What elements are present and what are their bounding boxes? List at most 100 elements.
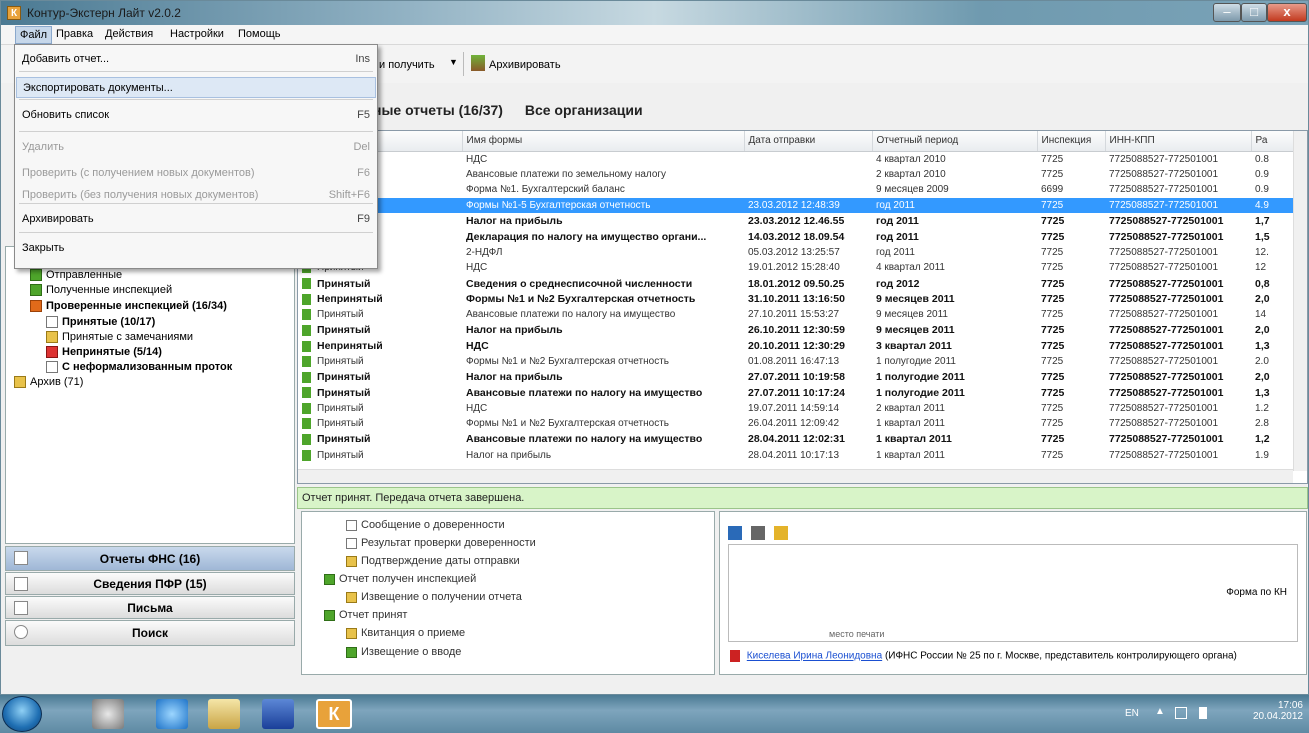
tree-item[interactable]: Архив (71) bbox=[14, 376, 83, 392]
table-row[interactable]: ятыйНДС4 квартал 201077257725088527-7725… bbox=[298, 151, 1295, 167]
maximize-button[interactable]: □ bbox=[1241, 3, 1267, 22]
table-cell: 0,8 bbox=[1251, 276, 1295, 292]
menu-actions[interactable]: Действия bbox=[102, 28, 156, 40]
table-row[interactable]: Авансовые платежи по земельному налогу 2 … bbox=[298, 167, 1295, 183]
menu-edit[interactable]: Правка bbox=[53, 28, 96, 40]
doc-tree-item[interactable]: Отчет получен инспекцией bbox=[324, 573, 476, 585]
table-cell: 2.0 bbox=[1251, 354, 1295, 370]
nav-label: Поиск bbox=[131, 626, 168, 640]
file-menu-item[interactable]: Удалить Del bbox=[16, 137, 376, 158]
table-row[interactable]: ПринятыйНДС19.01.2012 15:28:404 квартал … bbox=[298, 260, 1295, 276]
doc-tree-item[interactable]: Сообщение о доверенности bbox=[346, 519, 505, 531]
column-header[interactable]: Отчетный период bbox=[872, 131, 1038, 152]
virtualbox-icon[interactable] bbox=[92, 699, 124, 729]
doc-tree-item[interactable]: Отчет принят bbox=[324, 609, 407, 621]
kontur-app-icon[interactable]: К bbox=[316, 699, 352, 729]
table-row[interactable]: Непринятый Формы №1 и №2 Бухгалтерская от… bbox=[298, 291, 1295, 307]
file-menu-item[interactable]: Проверить (без получения новых документо… bbox=[16, 185, 376, 206]
table-row[interactable]: Принятый НДС 19.07.2011 14:59:14 2 квартал … bbox=[298, 401, 1295, 417]
start-button[interactable] bbox=[2, 696, 42, 732]
nav-letters[interactable]: Письма bbox=[5, 596, 295, 619]
tree-item-label: Принятые с замечаниями bbox=[62, 331, 194, 343]
network-icon[interactable] bbox=[1175, 707, 1187, 719]
column-header[interactable]: Имя формы bbox=[462, 131, 745, 152]
column-header[interactable]: ИНН-КПП bbox=[1105, 131, 1252, 152]
tree-item[interactable]: Непринятые (5/14) bbox=[46, 346, 162, 362]
save-icon[interactable] bbox=[728, 526, 742, 540]
table-cell: 1,5 bbox=[1251, 229, 1295, 245]
doc-tree-item[interactable]: Извещение о получении отчета bbox=[346, 591, 522, 603]
table-cell: Принятый bbox=[298, 385, 462, 401]
column-header[interactable]: Ра bbox=[1251, 131, 1296, 152]
table-row[interactable]: Принятый Сведения о среднесписочной числе… bbox=[298, 276, 1295, 292]
nav-search[interactable]: Поиск bbox=[5, 620, 295, 646]
archive-button[interactable]: Архивировать bbox=[489, 59, 561, 71]
doc-tree-label: Отчет получен инспекцией bbox=[339, 573, 477, 585]
mail-icon bbox=[14, 601, 28, 615]
volume-icon[interactable] bbox=[1199, 707, 1207, 719]
table-row[interactable]: Формы №1-5 Бухгалтерская отчетность 23.03… bbox=[298, 197, 1295, 214]
column-header[interactable]: Инспекция bbox=[1037, 131, 1106, 152]
explorer-icon[interactable] bbox=[208, 699, 240, 729]
file-menu-item[interactable]: Добавить отчет... Ins bbox=[16, 49, 376, 70]
table-row[interactable]: Принятый Авансовые платежи по налогу на и… bbox=[298, 307, 1295, 323]
cell-text: 9 месяцев 2011 bbox=[876, 293, 955, 306]
close-button[interactable]: x bbox=[1267, 3, 1307, 22]
table-row[interactable]: Принятый Налог на прибыль 26.10.2011 12:30… bbox=[298, 323, 1295, 339]
save-app-icon[interactable] bbox=[262, 699, 294, 729]
table-row[interactable]: Принятый Авансовые платежи по налогу на и… bbox=[298, 432, 1295, 448]
cell-text: Принятый bbox=[317, 433, 371, 446]
nav-reports-fns[interactable]: Отчеты ФНС (16) bbox=[5, 546, 295, 571]
doc-tree-item[interactable]: Извещение о вводе bbox=[346, 646, 461, 658]
table-row[interactable]: Принятый Налог на прибыль 28.04.2011 10:17… bbox=[298, 447, 1295, 463]
title-bar[interactable]: К Контур-Экстерн Лайт v2.0.2 – □ x bbox=[1, 1, 1308, 25]
tree-item[interactable]: С неформализованным проток bbox=[46, 361, 232, 377]
file-menu-item[interactable]: Обновить список F5 bbox=[16, 105, 376, 126]
language-indicator[interactable]: EN bbox=[1125, 708, 1139, 719]
clock[interactable]: 17:06 20.04.2012 bbox=[1247, 700, 1303, 722]
table-row[interactable]: ныйФорма №1. Бухгалтерский баланс9 месяц… bbox=[298, 182, 1295, 198]
table-row[interactable]: Принятый Налог на прибыль 27.07.2011 10:19… bbox=[298, 369, 1295, 385]
table-cell: 0.8 bbox=[1251, 151, 1295, 167]
minimize-button[interactable]: – bbox=[1213, 3, 1241, 22]
preview-document[interactable]: Форма по КН место печати bbox=[728, 544, 1298, 642]
open-folder-icon[interactable] bbox=[774, 526, 789, 540]
nav-pfr[interactable]: Сведения ПФР (15) bbox=[5, 572, 295, 595]
tree-item[interactable]: Принятые с замечаниями bbox=[46, 331, 193, 347]
file-menu-item[interactable]: Проверить (с получением новых документов… bbox=[16, 163, 376, 184]
file-menu-item[interactable]: Экспортировать документы... bbox=[16, 77, 376, 98]
horizontal-scrollbar[interactable] bbox=[298, 469, 1293, 483]
menu-settings[interactable]: Настройки bbox=[167, 28, 227, 40]
tree-item[interactable]: Полученные инспекцией bbox=[30, 284, 172, 300]
tree-item[interactable]: Принятые (10/17) bbox=[46, 316, 155, 332]
menu-file[interactable]: Файл bbox=[15, 26, 53, 44]
list-heading-org[interactable]: Все организации bbox=[525, 102, 643, 118]
file-menu-item[interactable]: Закрыть bbox=[16, 238, 376, 259]
file-menu-item[interactable]: Архивировать F9 bbox=[16, 209, 376, 230]
menu-help[interactable]: Помощь bbox=[235, 28, 284, 40]
signer-link[interactable]: Киселева Ирина Леонидовна bbox=[747, 651, 882, 662]
column-header[interactable]: Дата отправки bbox=[744, 131, 873, 152]
table-cell: 7725088527-772501001 bbox=[1105, 354, 1251, 370]
table-row[interactable]: Принятый Формы №1 и №2 Бухгалтерская отче… bbox=[298, 416, 1295, 432]
print-icon[interactable] bbox=[751, 526, 766, 540]
table-row[interactable]: изованным2-НДФЛ05.03.2012 13:25:57год 20… bbox=[298, 245, 1295, 261]
archive-icon[interactable] bbox=[471, 55, 485, 71]
tree-item[interactable]: Отправленные bbox=[30, 269, 122, 285]
ie-icon[interactable] bbox=[156, 699, 188, 729]
doc-tree-item[interactable]: Подтверждение даты отправки bbox=[346, 555, 520, 567]
chevron-down-icon[interactable]: ▼ bbox=[449, 57, 458, 67]
cell-text: 1 квартал 2011 bbox=[876, 418, 945, 430]
tray-arrow-icon[interactable]: ▲ bbox=[1155, 706, 1165, 717]
cell-text: 7725088527-772501001 bbox=[1109, 386, 1224, 399]
tree-item[interactable]: Проверенные инспекцией (16/34) bbox=[30, 300, 227, 316]
table-row[interactable]: Налог на прибыль 23.03.2012 12.46.55 год 2… bbox=[298, 213, 1295, 229]
vertical-scrollbar[interactable] bbox=[1293, 131, 1307, 471]
send-receive-button[interactable]: и получить bbox=[379, 59, 435, 71]
table-row[interactable]: Принятый Авансовые платежи по налогу на и… bbox=[298, 385, 1295, 401]
table-row[interactable]: Декларация по налогу на имущество органи… bbox=[298, 229, 1295, 245]
table-row[interactable]: Принятый Формы №1 и №2 Бухгалтерская отче… bbox=[298, 354, 1295, 370]
doc-tree-item[interactable]: Квитанция о приеме bbox=[346, 627, 465, 639]
table-row[interactable]: Непринятый НДС 20.10.2011 12:30:29 3 кварта… bbox=[298, 338, 1295, 354]
doc-tree-item[interactable]: Результат проверки доверенности bbox=[346, 537, 536, 549]
